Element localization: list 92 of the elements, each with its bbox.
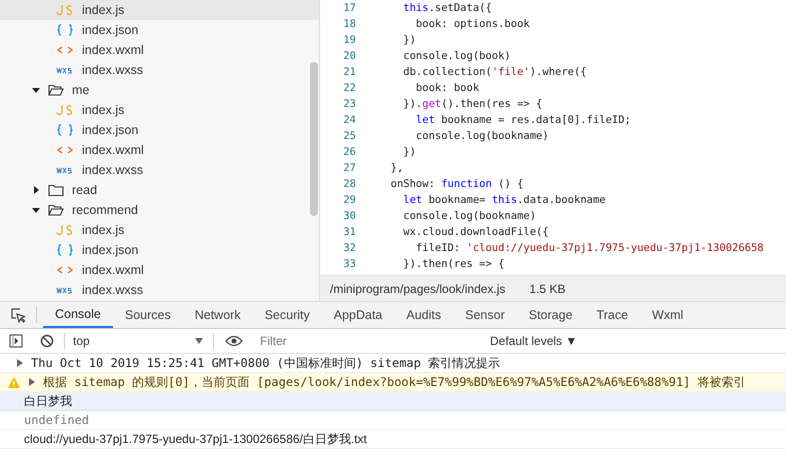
line-number: 21	[342, 65, 356, 80]
code-line: }).get().then(res => {	[402, 97, 542, 112]
file-item[interactable]: index.js	[0, 0, 319, 20]
line-number: 25	[342, 129, 356, 144]
code-line: console.log(bookname)	[414, 129, 549, 144]
code-line: console.log(book)	[402, 49, 511, 64]
folder-item[interactable]: read	[0, 180, 319, 200]
file-size: 1.5 KB	[529, 280, 566, 298]
angle-brackets-icon	[56, 144, 74, 156]
console-text: cloud://yuedu-37pj1.7975-yuedu-37pj1-1300266586/白日梦我.txt	[24, 431, 367, 448]
code-line: db.collection('file').where({	[402, 65, 587, 80]
line-number: 32	[342, 241, 356, 256]
devtools-tab[interactable]: Security	[252, 302, 322, 328]
line-number: 30	[342, 209, 356, 224]
folder-item[interactable]: recommend	[0, 200, 319, 220]
code-line: book: options.book	[414, 17, 530, 32]
inspect-cursor-icon[interactable]	[10, 307, 26, 323]
line-number: 27	[342, 161, 356, 176]
file-item[interactable]: index.json	[0, 240, 319, 260]
line-number: 18	[342, 17, 356, 32]
line-number: 17	[342, 1, 356, 16]
warning-icon	[8, 376, 20, 388]
file-item[interactable]: index.wxss	[0, 280, 319, 300]
devtools-tab[interactable]: Network	[182, 302, 253, 328]
code-line: book: book	[414, 81, 480, 96]
line-number: 19	[342, 33, 356, 48]
line-number: 29	[342, 193, 356, 208]
file-item[interactable]: index.wxss	[0, 160, 319, 180]
file-item[interactable]: index.wxml	[0, 40, 319, 60]
eye-icon[interactable]	[225, 335, 243, 347]
file-item[interactable]: index.js	[0, 100, 319, 120]
devtools-tab[interactable]: Storage	[516, 302, 585, 328]
folder-icon	[48, 184, 64, 196]
caret-down-icon	[195, 338, 203, 344]
file-item[interactable]: index.json	[0, 20, 319, 40]
line-number: 22	[342, 81, 356, 96]
console-text: 白日梦我	[24, 393, 72, 410]
clear-console-icon[interactable]	[40, 334, 54, 348]
js-file-icon	[56, 4, 74, 16]
line-number: 26	[342, 145, 356, 160]
devtools-tab[interactable]: AppData	[322, 302, 394, 328]
line-number: 24	[342, 113, 356, 128]
code-line: console.log(bookname)	[402, 209, 536, 224]
code-line: fileID: 'cloud://yuedu-37pj1.7975-yuedu-37pj1-130026658	[414, 241, 764, 256]
file-item[interactable]: index.wxml	[0, 140, 319, 160]
file-item[interactable]: index.json	[0, 120, 319, 140]
braces-icon	[56, 24, 74, 36]
line-number: 28	[342, 177, 356, 192]
file-path: /miniprogram/pages/look/index.js	[330, 280, 506, 298]
line-number: 31	[342, 225, 356, 240]
js-file-icon	[56, 104, 74, 116]
code-line: this.setData({	[402, 1, 492, 16]
line-number: 33	[342, 257, 356, 272]
sidebar-toggle-icon[interactable]	[9, 334, 23, 348]
code-line: })	[402, 33, 416, 48]
console-text: undefined	[24, 412, 90, 429]
js-file-icon	[56, 224, 74, 236]
code-line: let bookname= this.data.bookname	[402, 193, 606, 208]
devtools-tab[interactable]: Sensor	[453, 302, 517, 328]
file-item[interactable]: index.wxml	[0, 260, 319, 280]
caret-down-icon	[32, 206, 40, 214]
angle-brackets-icon	[56, 264, 74, 276]
braces-icon	[56, 244, 74, 256]
folder-item[interactable]: me	[0, 80, 319, 100]
code-line: })	[402, 145, 416, 160]
line-number: 20	[342, 49, 356, 64]
context-select[interactable]: top	[73, 332, 207, 350]
code-line: },	[390, 161, 404, 176]
devtools-tab[interactable]: Sources	[112, 302, 183, 328]
file-item[interactable]: index.wxss	[0, 60, 319, 80]
devtools-tab[interactable]: Console	[43, 302, 113, 328]
code-line: }).then(res => {	[402, 257, 504, 272]
open-folder-icon	[48, 204, 64, 216]
levels-dropdown[interactable]: Default levels ▼	[490, 332, 578, 350]
devtools-tab[interactable]: Audits	[394, 302, 454, 328]
console-text: 根据 sitemap 的规则[0]，当前页面 [pages/look/index?book=%E7%99%BD%E6%97%A5%E6%A2%A6%E6%88%91] 将被索引	[43, 374, 746, 391]
code-line: wx.cloud.downloadFile({	[402, 225, 549, 240]
devtools-tab[interactable]: Trace	[584, 302, 640, 328]
console-text: Thu Oct 10 2019 15:25:41 GMT+0800 (中国标准时间) sitemap 索引情况提示	[31, 355, 500, 372]
caret-down-icon	[32, 86, 40, 94]
devtools-tab[interactable]: Wxml	[640, 302, 696, 328]
code-line: let bookname = res.data[0].fileID;	[414, 113, 631, 128]
code-line: onShow: function () {	[390, 177, 524, 192]
caret-right-icon	[32, 186, 40, 194]
expand-arrow-icon[interactable]	[17, 359, 23, 367]
scrollbar-thumb[interactable]	[310, 62, 318, 216]
angle-brackets-icon	[56, 44, 74, 56]
line-number: 23	[342, 97, 356, 112]
file-item[interactable]: index.js	[0, 220, 319, 240]
expand-arrow-icon[interactable]	[29, 378, 35, 386]
braces-icon	[56, 124, 74, 136]
open-folder-icon	[48, 84, 64, 96]
